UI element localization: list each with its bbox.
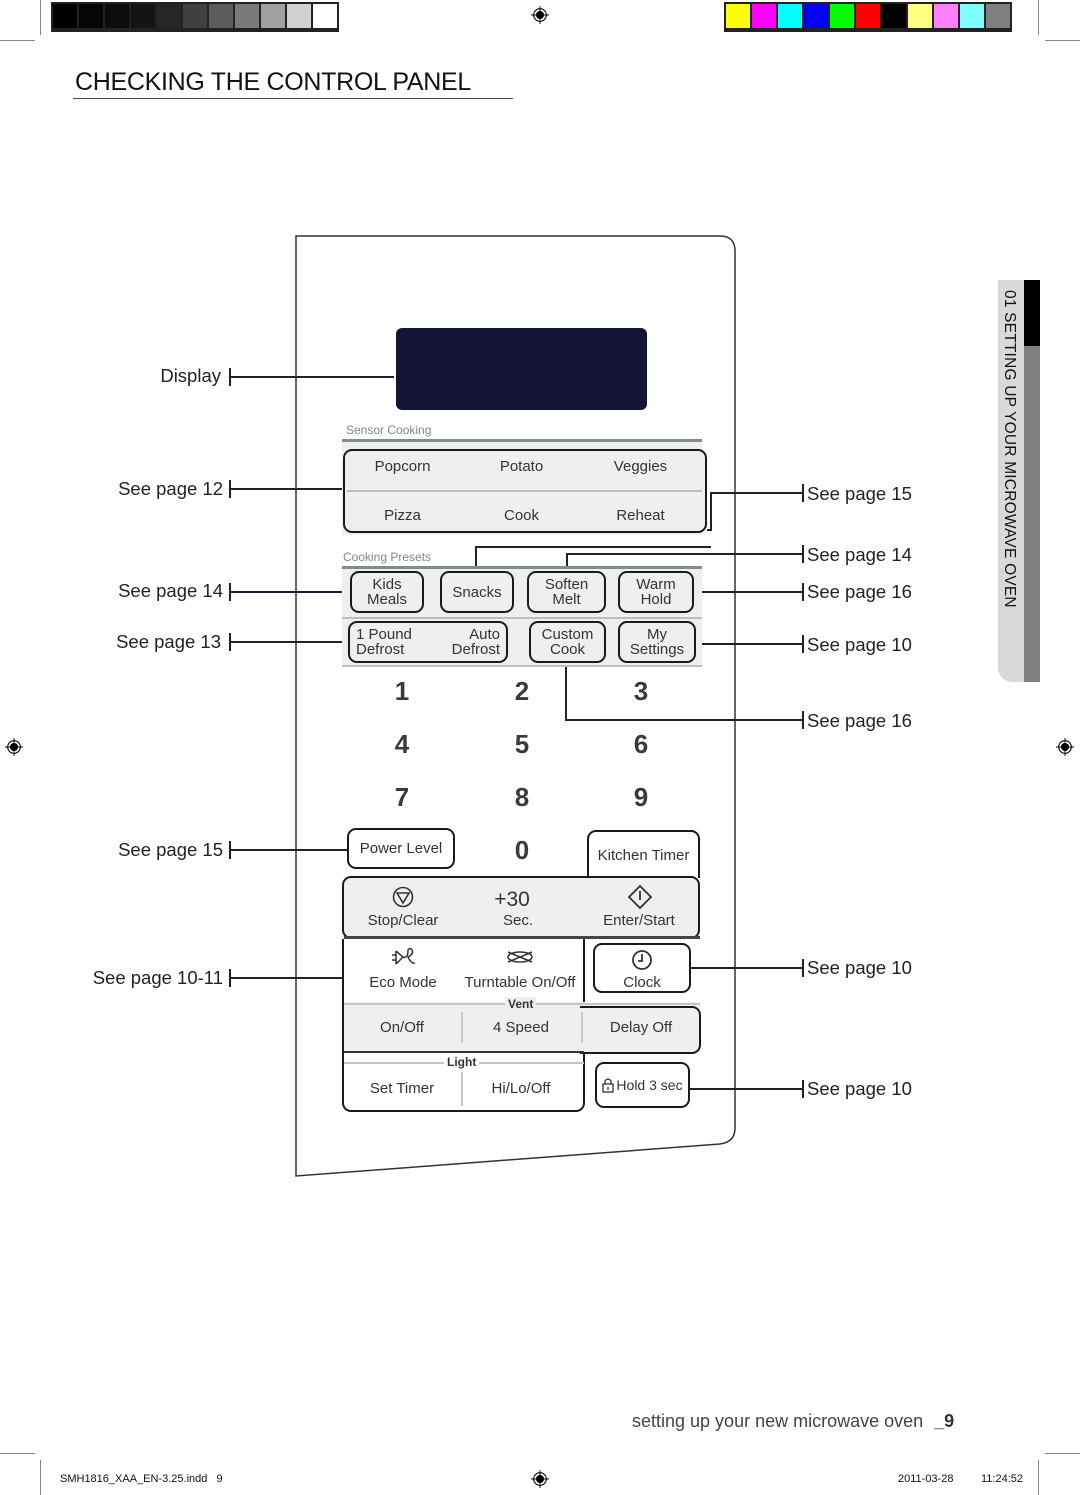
divider bbox=[342, 665, 702, 667]
veggies-button[interactable]: Veggies bbox=[593, 458, 688, 475]
callout-child-lock[interactable]: See page 10 bbox=[807, 1078, 912, 1100]
keypad-5[interactable]: 5 bbox=[502, 729, 542, 760]
keypad-7[interactable]: 7 bbox=[382, 782, 422, 813]
keypad-9[interactable]: 9 bbox=[621, 782, 661, 813]
page-number: _9 bbox=[934, 1411, 955, 1431]
soften-melt-button[interactable]: Soften Melt bbox=[527, 571, 606, 613]
sensor-cooking-label: Sensor Cooking bbox=[346, 423, 432, 437]
one-pound-defrost-line2: Defrost bbox=[356, 641, 405, 658]
warm-hold-button[interactable]: Warm Hold bbox=[618, 571, 694, 613]
custom-cook-line1: Custom bbox=[541, 626, 594, 643]
my-settings-line2: Settings bbox=[629, 641, 685, 658]
my-settings-button[interactable]: My Settings bbox=[618, 621, 696, 663]
vent-delay-off-button[interactable]: Delay Off bbox=[591, 1019, 691, 1036]
clock-icon bbox=[632, 949, 652, 970]
divider bbox=[344, 1051, 584, 1053]
kitchen-timer-button[interactable]: Kitchen Timer bbox=[587, 830, 700, 878]
start-icon bbox=[627, 884, 653, 910]
clock-button[interactable]: Clock bbox=[593, 943, 691, 993]
snacks-button[interactable]: Snacks bbox=[440, 571, 514, 613]
light-label: Light bbox=[444, 1055, 480, 1069]
callout-soften-melt[interactable]: See page 14 bbox=[807, 544, 912, 566]
stop-icon bbox=[392, 886, 414, 908]
keypad-4[interactable]: 4 bbox=[382, 729, 422, 760]
turntable-button[interactable]: Turntable On/Off bbox=[460, 974, 580, 991]
lock-icon bbox=[602, 1078, 615, 1093]
divider bbox=[581, 1012, 583, 1043]
kids-meals-line1: Kids bbox=[372, 576, 402, 593]
auto-defrost-line1: Auto bbox=[469, 626, 500, 643]
callout-display: Display bbox=[160, 365, 221, 386]
slug-filename: SMH1816_XAA_EN-3.25.indd 9 bbox=[60, 1473, 223, 1485]
callout-clock[interactable]: See page 10 bbox=[807, 957, 912, 979]
slug-date: 2011-03-28 bbox=[898, 1473, 954, 1485]
callout-defrost[interactable]: See page 13 bbox=[116, 631, 221, 653]
clock-label: Clock bbox=[623, 973, 661, 991]
enter-start-button[interactable]: Enter/Start bbox=[589, 912, 689, 929]
divider bbox=[342, 617, 702, 619]
page-caption-text: setting up your new microwave oven bbox=[632, 1411, 924, 1431]
pizza-button[interactable]: Pizza bbox=[355, 507, 450, 524]
plus30-button[interactable]: +30 bbox=[472, 888, 552, 912]
slug-time: 11:24:52 bbox=[981, 1473, 1024, 1485]
callout-options[interactable]: See page 10-11 bbox=[93, 967, 223, 989]
keypad-6[interactable]: 6 bbox=[621, 729, 661, 760]
one-pound-defrost-button[interactable]: 1 Pound Defrost bbox=[356, 627, 412, 657]
reheat-button[interactable]: Reheat bbox=[593, 507, 688, 524]
soften-melt-line2: Melt bbox=[552, 591, 581, 608]
callout-warm-hold[interactable]: See page 16 bbox=[807, 581, 912, 603]
light-hi-lo-off-button[interactable]: Hi/Lo/Off bbox=[471, 1080, 571, 1097]
custom-cook-line2: Cook bbox=[549, 641, 586, 658]
defrost-button-group: 1 Pound Defrost Auto Defrost bbox=[348, 621, 508, 663]
kids-meals-button[interactable]: Kids Meals bbox=[350, 571, 424, 613]
divider bbox=[347, 490, 702, 492]
soften-melt-line1: Soften bbox=[544, 576, 589, 593]
callout-snacks[interactable]: See page 15 bbox=[807, 483, 912, 505]
callout-kids-meals[interactable]: See page 14 bbox=[118, 580, 223, 602]
popcorn-button[interactable]: Popcorn bbox=[355, 458, 450, 475]
auto-defrost-line2: Defrost bbox=[451, 641, 500, 658]
cooking-presets-label: Cooking Presets bbox=[343, 550, 432, 564]
keypad-0[interactable]: 0 bbox=[502, 835, 542, 866]
lcd-display bbox=[396, 328, 647, 410]
warm-hold-line1: Warm bbox=[636, 576, 676, 593]
keypad-8[interactable]: 8 bbox=[502, 782, 542, 813]
callout-sensor-cooking[interactable]: See page 12 bbox=[118, 478, 223, 500]
snacks-label: Snacks bbox=[452, 583, 502, 601]
warm-hold-line2: Hold bbox=[640, 591, 672, 608]
vent-speed-button[interactable]: 4 Speed bbox=[471, 1019, 571, 1036]
eco-mode-button[interactable]: Eco Mode bbox=[353, 974, 453, 991]
callout-power-level[interactable]: See page 15 bbox=[118, 839, 223, 861]
light-set-timer-button[interactable]: Set Timer bbox=[352, 1080, 452, 1097]
sensor-cook-button[interactable]: Cook bbox=[474, 507, 569, 524]
potato-button[interactable]: Potato bbox=[474, 458, 569, 475]
eco-plug-icon bbox=[392, 947, 416, 965]
lock-label: Hold 3 sec bbox=[616, 1076, 683, 1093]
callout-custom-cook[interactable]: See page 16 bbox=[807, 710, 912, 732]
callout-my-settings[interactable]: See page 10 bbox=[807, 634, 912, 656]
page-caption: setting up your new microwave oven _9 bbox=[632, 1411, 954, 1432]
keypad-3[interactable]: 3 bbox=[621, 676, 661, 707]
power-level-button[interactable]: Power Level bbox=[347, 828, 455, 869]
custom-cook-button[interactable]: Custom Cook bbox=[529, 621, 606, 663]
stop-clear-button[interactable]: Stop/Clear bbox=[352, 912, 454, 929]
plus30-sub-label: Sec. bbox=[502, 912, 533, 929]
my-settings-line1: My bbox=[647, 626, 667, 643]
one-pound-defrost-line1: 1 Pound bbox=[356, 626, 412, 643]
auto-defrost-button[interactable]: Auto Defrost bbox=[452, 627, 500, 657]
vent-label: Vent bbox=[505, 997, 537, 1011]
kids-meals-line2: Meals bbox=[366, 591, 407, 608]
keypad-2[interactable]: 2 bbox=[502, 676, 542, 707]
divider bbox=[461, 1012, 463, 1043]
divider bbox=[461, 1072, 463, 1106]
keypad-1[interactable]: 1 bbox=[382, 676, 422, 707]
vent-on-off-button[interactable]: On/Off bbox=[352, 1019, 452, 1036]
turntable-icon bbox=[507, 951, 533, 963]
child-lock-button[interactable]: Hold 3 sec bbox=[595, 1062, 690, 1108]
